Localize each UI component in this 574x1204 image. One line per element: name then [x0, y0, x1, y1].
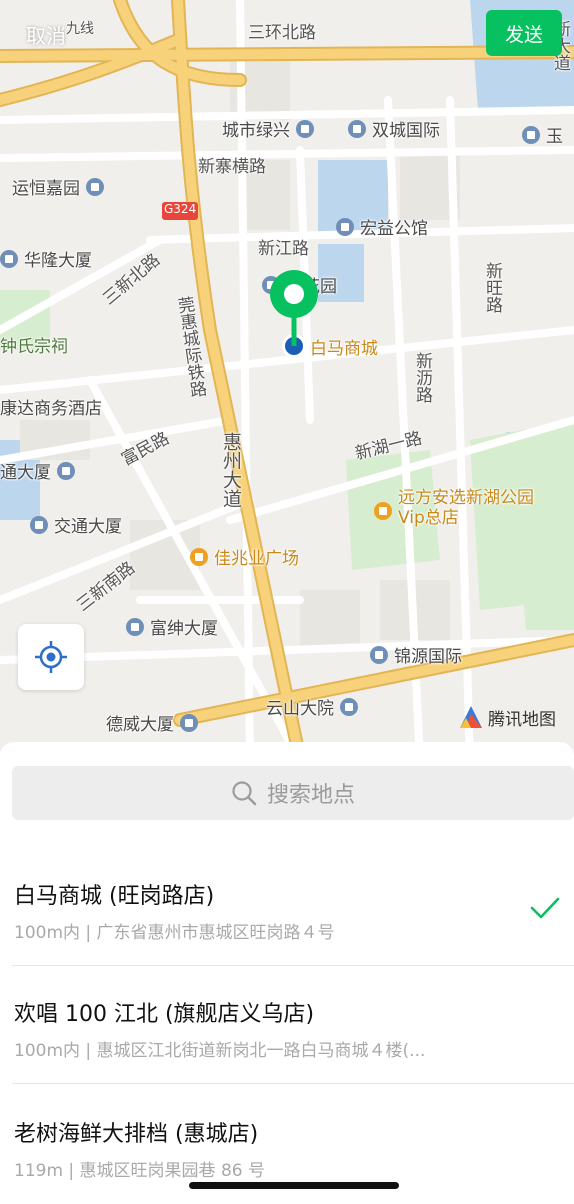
map-brand: 腾讯地图 — [458, 704, 556, 730]
poi-yu[interactable]: 玉 — [522, 122, 563, 147]
poi-zhongshi[interactable]: 钟氏宗祠 — [0, 332, 68, 357]
home-indicator[interactable] — [189, 1182, 399, 1189]
poi-yunheng[interactable]: 运恒嘉园 — [12, 174, 104, 199]
poi-hongyi[interactable]: 宏益公馆 — [336, 214, 428, 239]
poi-label: 玉 — [546, 127, 563, 147]
poi-jiazhao[interactable]: 佳兆业广场 — [190, 544, 299, 569]
poi-icon — [0, 249, 18, 268]
result-address: 100m内 | 惠城区江北街道新岗北一路白马商城４楼(... — [14, 1041, 426, 1061]
checkmark-icon — [530, 897, 560, 919]
result-name: 老树海鲜大排档 (惠城店) — [14, 1122, 259, 1147]
result-item[interactable]: 白马商城 (旺岗路店) 100m内 | 广东省惠州市惠城区旺岗路４号 — [0, 848, 574, 966]
locate-me-button[interactable] — [18, 624, 84, 690]
road-label-jiu-xian: 九线 — [66, 21, 94, 37]
poi-icon — [180, 713, 198, 732]
poi-label: 运恒嘉园 — [12, 179, 80, 199]
poi-label: 远方安选新湖公园Vip总店 — [398, 488, 534, 528]
poi-icon — [522, 125, 540, 144]
poi-fushen[interactable]: 富绅大厦 — [126, 614, 218, 639]
poi-dewei[interactable]: 德威大厦 — [106, 710, 198, 735]
tencent-map-logo-icon — [460, 706, 482, 728]
poi-label: 城市绿兴 — [222, 121, 290, 141]
poi-baima-label[interactable]: 白马商城 — [310, 334, 378, 359]
poi-jiaotong[interactable]: 交通大厦 — [30, 512, 122, 537]
poi-label: 通大厦 — [0, 463, 51, 483]
poi-label: 华隆大厦 — [24, 251, 92, 271]
poi-icon — [30, 515, 48, 534]
send-button[interactable]: 发送 — [486, 10, 562, 56]
search-icon — [232, 781, 257, 806]
road-label-xinli: 新沥路 — [412, 352, 432, 403]
divider — [12, 1083, 574, 1084]
poi-label: 双城国际 — [372, 121, 440, 141]
map-view[interactable]: 三环北路 九线 新大道 城市绿兴 双城国际 玉 新寨横路 运恒嘉园 G324 宏… — [0, 0, 574, 767]
poi-icon — [348, 119, 366, 138]
location-results-panel: 搜索地点 白马商城 (旺岗路店) 100m内 | 广东省惠州市惠城区旺岗路４号 … — [0, 742, 574, 1200]
poi-chengshi-lvxing[interactable]: 城市绿兴 — [222, 116, 314, 141]
result-address: 119m | 惠城区旺岗果园巷 86 号 — [14, 1161, 265, 1181]
poi-icon — [126, 617, 144, 636]
poi-label: 富绅大厦 — [150, 619, 218, 639]
location-pin-icon — [270, 270, 318, 358]
map-brand-label: 腾讯地图 — [488, 709, 556, 730]
g324-label: G324 — [164, 202, 197, 216]
poi-icon — [340, 697, 358, 716]
search-input[interactable]: 搜索地点 — [12, 766, 574, 820]
poi-yunshan[interactable]: 云山大院 — [266, 694, 358, 719]
road-label-huizhou-dadao: 惠州大道 — [220, 432, 242, 508]
poi-label: 宏益公馆 — [360, 219, 428, 239]
poi-tong-dasha[interactable]: 通大厦 — [0, 458, 75, 483]
poi-kangda[interactable]: 康达商务酒店 — [0, 394, 102, 419]
road-label-xinzhai: 新寨横路 — [198, 157, 266, 177]
poi-jinyuan[interactable]: 锦源国际 — [370, 642, 462, 667]
poi-label: 佳兆业广场 — [214, 549, 299, 569]
road-label-xinjiang: 新江路 — [258, 239, 309, 259]
search-placeholder: 搜索地点 — [266, 783, 355, 808]
result-name: 欢唱 100 江北 (旗舰店义乌店) — [14, 1002, 315, 1027]
poi-label: 德威大厦 — [106, 715, 174, 735]
map-canvas[interactable] — [0, 0, 574, 767]
poi-label: 锦源国际 — [394, 647, 462, 667]
poi-icon — [336, 217, 354, 236]
result-address: 100m内 | 广东省惠州市惠城区旺岗路４号 — [14, 923, 335, 943]
poi-label: 云山大院 — [266, 699, 334, 719]
poi-shuangcheng[interactable]: 双城国际 — [348, 116, 440, 141]
result-item[interactable]: 欢唱 100 江北 (旗舰店义乌店) 100m内 | 惠城区江北街道新岗北一路白… — [0, 966, 574, 1084]
poi-icon — [370, 645, 388, 664]
cancel-button[interactable]: 取消 — [26, 20, 66, 49]
poi-icon — [374, 502, 392, 520]
poi-label: 交通大厦 — [54, 517, 122, 537]
road-label-sanhuan-north: 三环北路 — [248, 23, 316, 43]
result-name: 白马商城 (旺岗路店) — [14, 884, 215, 909]
road-label-xinwang: 新旺路 — [482, 262, 502, 313]
poi-icon — [57, 461, 75, 480]
poi-icon — [86, 177, 104, 196]
poi-hualong[interactable]: 华隆大厦 — [0, 246, 92, 271]
poi-icon — [190, 547, 208, 566]
poi-yuanfang[interactable]: 远方安选新湖公园Vip总店 — [374, 488, 536, 528]
crosshair-icon — [35, 641, 67, 673]
poi-icon — [296, 119, 314, 138]
